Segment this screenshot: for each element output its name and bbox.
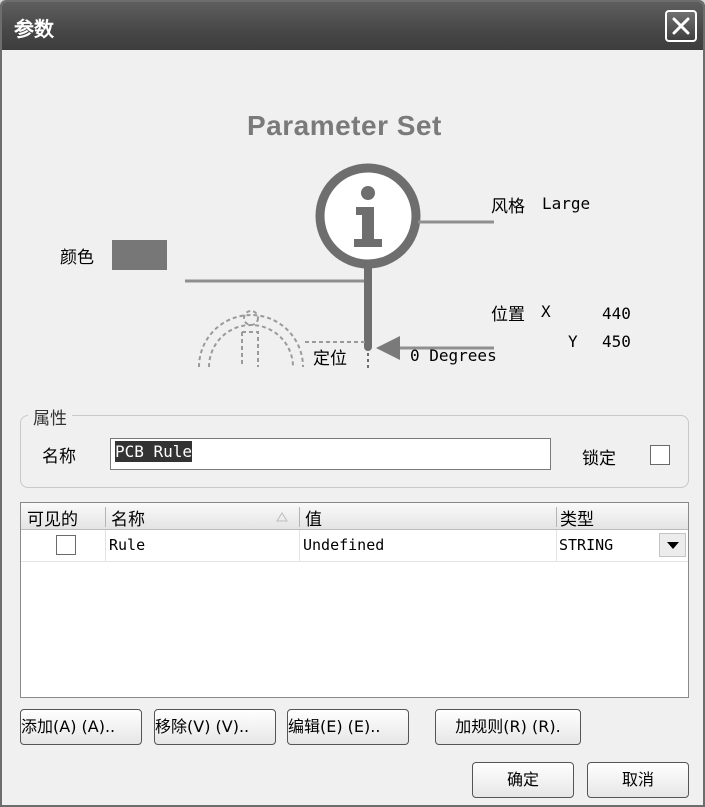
remove-button[interactable]: 移除(V) (V).. [154,709,276,745]
orientation-value[interactable]: 0 Degrees [410,346,497,365]
parameter-illustration [185,163,494,370]
position-label: 位置 [491,305,525,325]
add-rule-button[interactable]: 加规则(R) (R). [435,709,581,745]
parameter-grid[interactable]: 可见的 名称 值 类型 Rule Undefined STRING [20,502,689,698]
grid-header: 可见的 名称 值 类型 [21,503,688,530]
title-bar[interactable]: 参数 [2,2,703,50]
chevron-down-icon [667,542,679,549]
name-input-value: PCB Rule [115,441,193,462]
close-button[interactable] [665,10,697,42]
parameters-dialog: 参数 Parameter Set 颜色 风格 Large 位置 X 440 Y … [0,0,705,807]
position-x-value[interactable]: 440 [602,304,631,323]
color-label: 颜色 [60,248,94,268]
row-name[interactable]: Rule [109,536,145,554]
properties-group-title: 属性 [28,404,72,429]
row-visible-checkbox[interactable] [56,535,76,555]
orientation-label: 定位 [313,349,347,369]
row-value[interactable]: Undefined [303,536,384,554]
edit-button[interactable]: 编辑(E) (E).. [287,709,409,745]
lock-label: 锁定 [582,449,616,469]
parameter-set-heading: Parameter Set [247,110,442,141]
position-y-value[interactable]: 450 [602,332,631,351]
lock-checkbox[interactable] [650,445,670,465]
close-icon [672,17,690,35]
header-visible[interactable]: 可见的 [27,505,78,530]
ok-button[interactable]: 确定 [472,762,574,798]
position-x-label: X [541,302,551,321]
style-value[interactable]: Large [542,194,590,213]
window-title: 参数 [14,17,54,41]
name-label: 名称 [42,447,76,467]
name-input[interactable]: PCB Rule [110,438,551,470]
header-type[interactable]: 类型 [560,505,594,530]
header-value[interactable]: 值 [305,505,322,530]
row-type[interactable]: STRING [559,536,613,554]
style-label: 风格 [491,197,525,217]
add-button[interactable]: 添加(A) (A).. [20,709,142,745]
type-dropdown-button[interactable] [659,533,686,557]
header-name[interactable]: 名称 [111,505,145,530]
sort-ascending-icon [276,512,288,522]
color-swatch[interactable] [112,240,167,270]
cancel-button[interactable]: 取消 [587,762,689,798]
position-y-label: Y [568,332,578,351]
